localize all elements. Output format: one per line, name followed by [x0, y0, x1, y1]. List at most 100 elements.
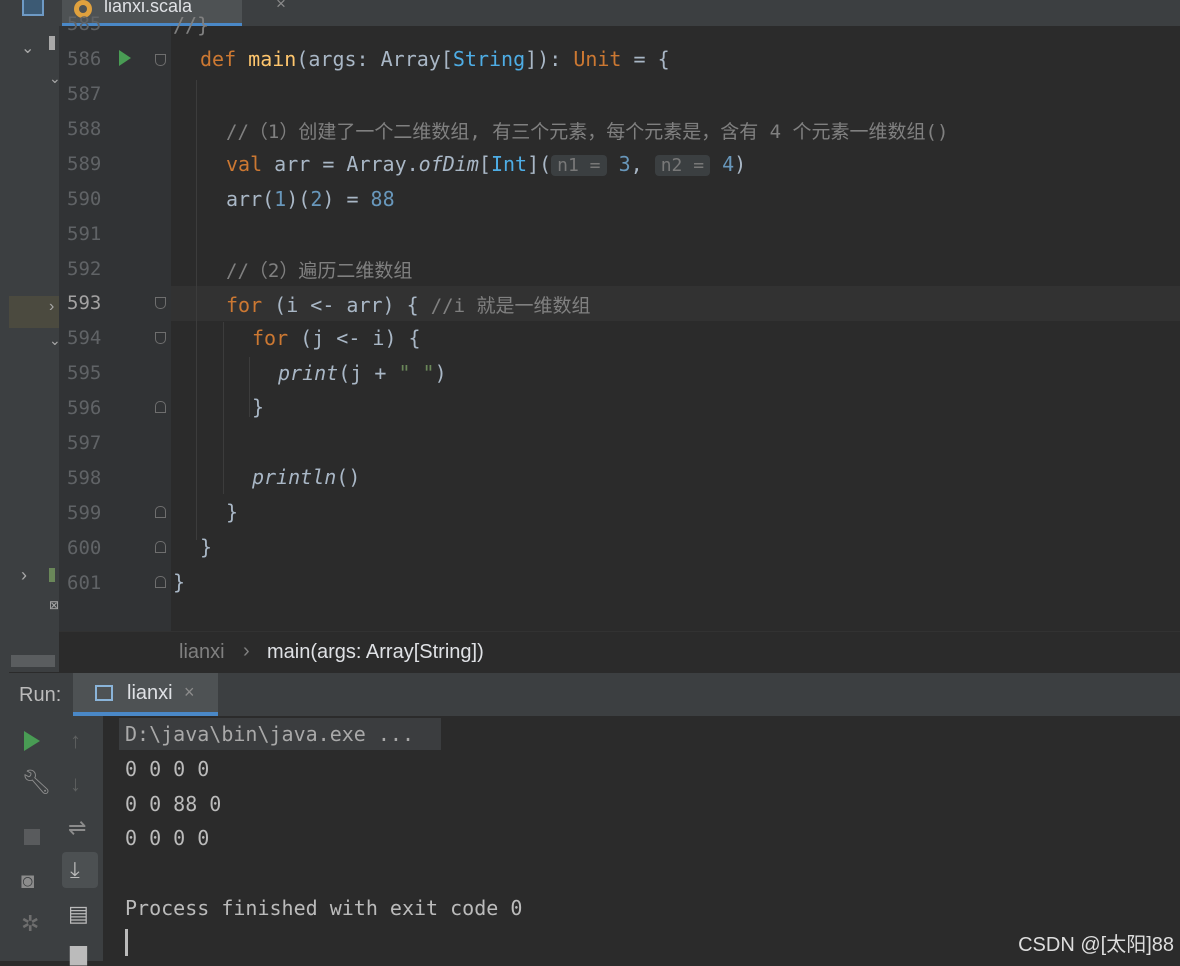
line-number: 594: [67, 327, 102, 349]
code-text: = {: [621, 47, 670, 71]
line-number: 585: [67, 13, 102, 35]
run-tab-lianxi[interactable]: lianxi ×: [73, 673, 218, 716]
run-tab-label: lianxi: [127, 682, 173, 704]
run-toolbar-right: ↑ ↓ ⇌ ⤓ ▤ ▆: [58, 716, 103, 965]
code-line-585: //}: [173, 13, 210, 37]
folder-icon[interactable]: [49, 36, 55, 50]
code-text: ](: [527, 152, 552, 176]
project-pane: ⌄ ⌄ › ⌄ › ⊠: [9, 0, 61, 672]
fold-icon[interactable]: [155, 576, 166, 588]
string-literal: " ": [398, 361, 435, 385]
code-line-601: }: [173, 570, 186, 594]
run-gutter-icon[interactable]: [119, 50, 131, 66]
code-line-586: def main(args: Array[String]): Unit = {: [200, 47, 670, 71]
code-text: ]):: [525, 47, 574, 71]
scratch-icon[interactable]: ⊠: [49, 598, 59, 612]
line-number: 591: [67, 223, 102, 245]
stop-icon[interactable]: [24, 829, 40, 845]
close-icon[interactable]: ×: [184, 682, 195, 703]
console-line: 0 0 0 0: [125, 757, 210, 781]
indent-guide: [249, 357, 250, 417]
keyword: val: [226, 152, 263, 176]
code-line-590: arr(1)(2) = 88: [226, 187, 395, 211]
run-toolbar-left: 🔧︎ ◙ ✲: [9, 716, 58, 961]
type-name: String: [452, 47, 526, 71]
code-comment: //i 就是一维数组: [430, 295, 591, 317]
method-name: print: [278, 361, 339, 385]
line-number: 597: [67, 432, 102, 454]
indent-guide: [223, 322, 224, 494]
trash-icon[interactable]: ▆: [70, 940, 87, 966]
parameter-hint: n2 =: [654, 155, 711, 176]
line-number: 588: [67, 118, 102, 140]
library-icon[interactable]: [49, 568, 55, 582]
code-comment: //（1）创建了一个二维数组, 有三个元素，每个元素是，含有 4 个元素一维数组…: [226, 121, 949, 143]
horizontal-scrollbar[interactable]: [11, 655, 55, 667]
code-text: ,: [630, 152, 655, 176]
line-number: 589: [67, 153, 102, 175]
number-literal: 2: [310, 187, 323, 211]
console-output[interactable]: D:\java\bin\java.exe ... 0 0 0 0 0 0 88 …: [119, 716, 1180, 961]
code-text: ): [734, 152, 747, 176]
code-text: arr = Array.: [262, 152, 419, 176]
code-text: (i <- arr) {: [262, 293, 431, 317]
console-line: 0 0 0 0: [125, 826, 210, 850]
breadcrumb-separator: ›: [243, 640, 250, 662]
code-line-598: println(): [252, 465, 360, 489]
code-text: (args: Array[: [296, 47, 453, 71]
chevron-right-icon[interactable]: ›: [49, 298, 54, 316]
line-number: 601: [67, 572, 102, 594]
breadcrumb-method[interactable]: main(args: Array[String]): [267, 641, 484, 664]
code-text: (j <- i) {: [288, 326, 421, 350]
type-name: Int: [490, 152, 528, 176]
print-icon[interactable]: ▤: [68, 901, 89, 927]
console-icon: [95, 685, 113, 701]
arrow-up-icon[interactable]: ↑: [70, 728, 81, 754]
arrow-down-icon[interactable]: ↓: [70, 771, 81, 797]
line-number: 599: [67, 502, 102, 524]
code-text: (j +: [338, 361, 399, 385]
indent-guide: [196, 80, 197, 540]
number-literal: 1: [274, 187, 287, 211]
line-number-current: 593: [67, 292, 102, 314]
settings-gear-icon[interactable]: ✲: [21, 911, 39, 937]
line-number: 592: [67, 258, 102, 280]
code-line-600: }: [200, 535, 213, 559]
code-text: (): [336, 465, 361, 489]
console-command[interactable]: D:\java\bin\java.exe ...: [125, 722, 414, 746]
fold-icon[interactable]: [155, 332, 166, 344]
scroll-to-end-toggle[interactable]: [62, 852, 98, 888]
keyword: def: [200, 47, 237, 71]
method-name: println: [252, 465, 337, 489]
chevron-down-icon[interactable]: ⌄: [21, 38, 34, 58]
breadcrumb-file[interactable]: lianxi: [179, 641, 225, 664]
type-name: Unit: [573, 47, 622, 71]
console-exit-message: Process finished with exit code 0: [125, 896, 523, 920]
chevron-right-icon[interactable]: ›: [21, 565, 27, 586]
code-line-589: val arr = Array.ofDim[Int](n1 = 3, n2 = …: [226, 152, 746, 176]
rerun-icon[interactable]: [24, 731, 40, 751]
code-text: [: [478, 152, 491, 176]
console-line: 0 0 88 0: [125, 792, 222, 816]
number-literal: 3: [618, 152, 631, 176]
keyword: for: [252, 326, 289, 350]
soft-wrap-icon[interactable]: ⇌: [68, 815, 86, 841]
text-cursor: [125, 929, 128, 956]
camera-icon[interactable]: ◙: [21, 868, 34, 894]
number-literal: 4: [722, 152, 735, 176]
fold-icon[interactable]: [155, 506, 166, 518]
fold-icon[interactable]: [155, 297, 166, 309]
code-line-593: for (i <- arr) { //i 就是一维数组: [226, 291, 590, 318]
window-icon[interactable]: [22, 0, 44, 16]
fold-icon[interactable]: [155, 54, 166, 66]
wrench-icon[interactable]: 🔧︎: [21, 768, 51, 797]
code-text: ): [434, 361, 447, 385]
number-literal: 88: [370, 187, 395, 211]
close-icon[interactable]: ×: [276, 0, 286, 14]
code-line-599: }: [226, 500, 239, 524]
code-text: arr(: [226, 187, 275, 211]
fold-icon[interactable]: [155, 401, 166, 413]
line-number: 595: [67, 362, 102, 384]
fold-icon[interactable]: [155, 541, 166, 553]
line-number: 598: [67, 467, 102, 489]
